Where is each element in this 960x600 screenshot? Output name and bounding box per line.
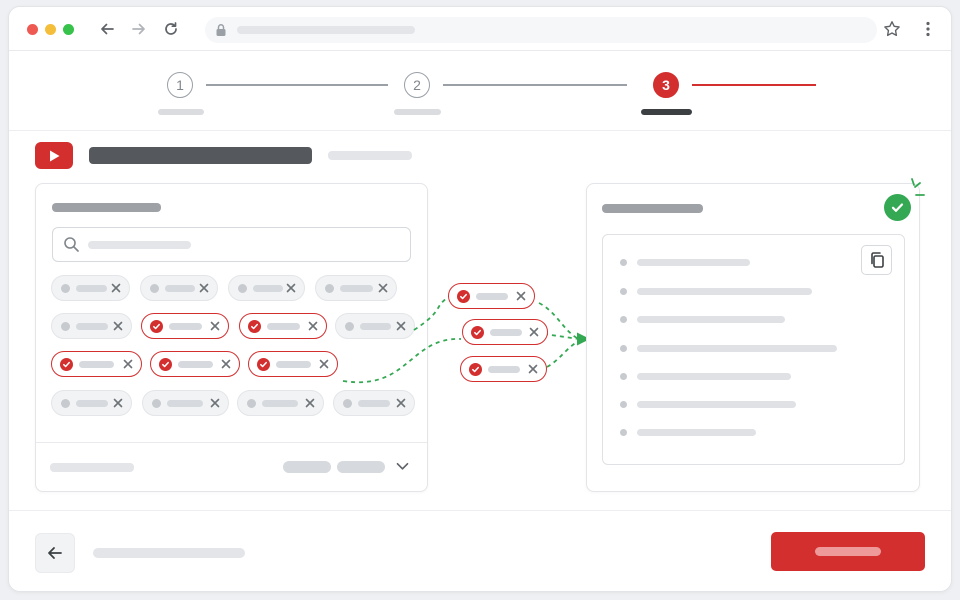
check-circle-icon bbox=[469, 362, 482, 376]
check-circle-icon bbox=[471, 325, 484, 339]
moving-chip bbox=[448, 283, 535, 309]
list-item bbox=[637, 429, 756, 436]
wizard-footer bbox=[9, 510, 951, 591]
list-item bbox=[637, 288, 812, 295]
arrow-left-icon bbox=[48, 547, 62, 559]
list-bullet bbox=[620, 259, 627, 266]
copy-icon[interactable] bbox=[861, 245, 892, 275]
close-icon bbox=[516, 291, 526, 301]
list-item bbox=[637, 345, 837, 352]
back-button[interactable] bbox=[35, 533, 75, 573]
result-panel bbox=[586, 183, 920, 492]
sparkle-decoration bbox=[911, 178, 925, 196]
primary-action-label bbox=[815, 547, 881, 556]
list-bullet bbox=[620, 401, 627, 408]
result-list bbox=[602, 234, 905, 465]
result-panel-heading bbox=[602, 204, 703, 213]
list-bullet bbox=[620, 316, 627, 323]
flow-line-bottom-left bbox=[342, 338, 462, 384]
close-icon bbox=[529, 327, 539, 337]
check-circle-icon bbox=[457, 289, 470, 303]
list-item bbox=[637, 316, 785, 323]
flow-line-bottom-right bbox=[546, 340, 580, 368]
chip-label bbox=[490, 328, 522, 336]
moving-chip bbox=[460, 356, 547, 382]
primary-action-button[interactable] bbox=[771, 532, 925, 571]
list-bullet bbox=[620, 429, 627, 436]
chip-label bbox=[476, 292, 508, 300]
list-item bbox=[637, 373, 791, 380]
browser-window: 1 2 3 bbox=[8, 6, 952, 592]
list-bullet bbox=[620, 345, 627, 352]
moving-chip bbox=[462, 319, 548, 345]
footer-status-text bbox=[93, 548, 245, 558]
close-icon bbox=[528, 364, 538, 374]
list-item bbox=[637, 401, 796, 408]
list-bullet bbox=[620, 373, 627, 380]
list-bullet bbox=[620, 288, 627, 295]
list-item bbox=[637, 259, 750, 266]
chip-label bbox=[488, 365, 520, 373]
